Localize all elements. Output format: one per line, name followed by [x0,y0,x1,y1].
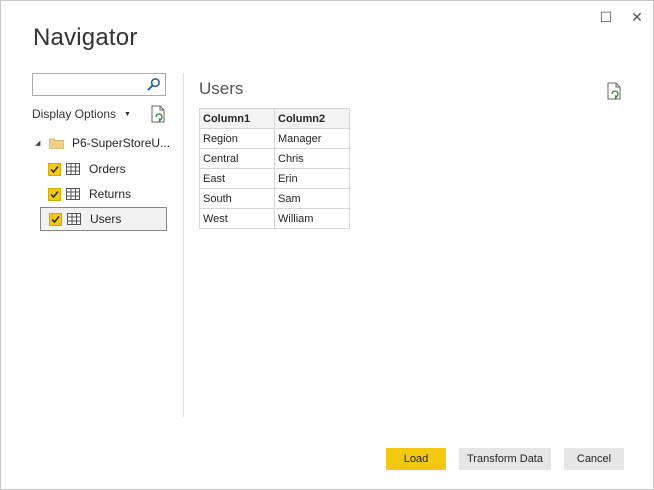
table-cell: West [199,208,275,229]
table-icon [67,213,81,225]
tree-item-label: Returns [89,187,132,201]
transform-data-button[interactable]: Transform Data [459,448,551,470]
column-header: Column2 [274,108,350,129]
table-cell: Chris [274,148,350,169]
table-cell: Central [199,148,275,169]
folder-icon [49,138,64,149]
preview-title: Users [199,79,244,98]
collapse-arrow-icon[interactable]: ◢ [35,139,45,147]
checkbox-users[interactable] [49,212,62,226]
tree-item-returns[interactable]: Returns [40,182,167,206]
table-row: South Sam [199,188,350,209]
tree-item-orders[interactable]: Orders [40,157,167,181]
close-button[interactable]: ✕ [629,9,645,25]
close-icon: ✕ [631,8,643,25]
preview-table: Column1 Column2 Region Manager Central C… [199,108,350,229]
table-icon [66,163,80,175]
checkmark-icon [50,190,59,198]
table-cell: Region [199,128,275,149]
maximize-button[interactable]: ☐ [598,9,614,25]
tree-item-label: Users [90,212,122,226]
tree-item-label: Orders [89,162,126,176]
maximize-icon: ☐ [599,8,613,25]
display-options-dropdown[interactable]: Display Options ▼ [32,107,131,121]
chevron-down-icon: ▼ [124,110,131,118]
load-button[interactable]: Load [386,448,446,470]
table-row: East Erin [199,168,350,189]
checkbox-returns[interactable] [48,187,61,201]
checkmark-icon [50,165,59,173]
table-icon [66,188,80,200]
refresh-icon[interactable] [150,105,166,123]
dialog-title: Navigator [33,24,138,51]
search-input[interactable] [36,76,150,95]
display-options-label: Display Options [32,107,117,121]
table-cell: Manager [274,128,350,149]
checkmark-icon [51,215,60,223]
table-cell: Sam [274,188,350,209]
table-row: Region Manager [199,128,350,149]
table-row: Central Chris [199,148,350,169]
folder-label: P6-SuperStoreU... [72,136,171,150]
table-cell: William [274,208,350,229]
search-icon[interactable] [146,77,161,92]
tree-item-users[interactable]: Users [40,207,167,231]
table-cell: South [199,188,275,209]
panel-divider[interactable] [183,73,184,417]
navigator-window: ☐ ✕ Navigator Display Options ▼ ◢ P6-Sup… [0,0,654,490]
table-cell: Erin [274,168,350,189]
refresh-preview-icon[interactable] [606,82,622,100]
table-cell: East [199,168,275,189]
column-header: Column1 [199,108,275,129]
table-row: West William [199,208,350,229]
tree-folder-node[interactable]: ◢ P6-SuperStoreU... [31,131,171,155]
table-header-row: Column1 Column2 [199,108,350,129]
search-box[interactable] [32,73,166,96]
checkbox-orders[interactable] [48,162,61,176]
cancel-button[interactable]: Cancel [564,448,624,470]
